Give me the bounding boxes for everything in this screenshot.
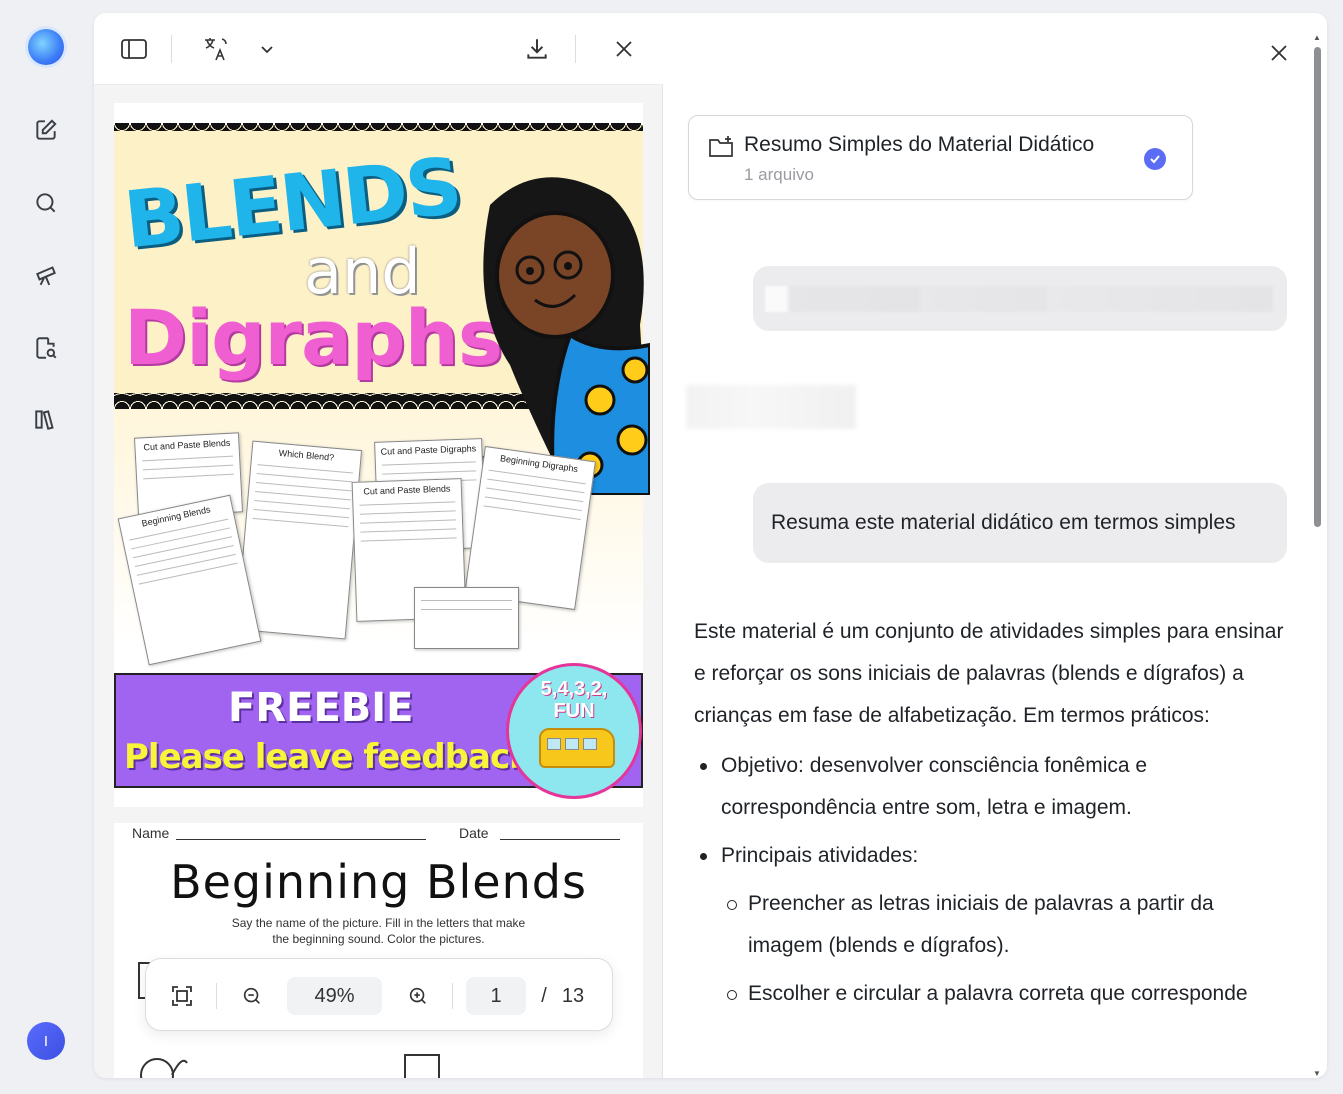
redacted-message (753, 266, 1287, 331)
pdf-page-1: BLENDS and Digraphs Cut and Paste Blends… (114, 103, 650, 807)
close-viewer-icon[interactable] (606, 31, 642, 67)
worksheet-title: Beginning Blends (170, 855, 587, 909)
pdf-page-2: Name Date Beginning Blends Say the name … (114, 823, 643, 1078)
zoom-toolbar: 49% 1 / 13 (145, 958, 613, 1031)
chat-pane: Resumo Simples do Material Didático 1 ar… (664, 13, 1327, 1078)
answer-bullet: Principais atividades: Preencher as letr… (694, 835, 1294, 1015)
new-chat-icon[interactable] (28, 112, 64, 148)
telescope-icon[interactable] (28, 256, 64, 292)
close-chat-icon[interactable] (1262, 36, 1296, 70)
app-logo-icon[interactable] (28, 29, 64, 65)
name-label: Name (132, 825, 170, 841)
freebie-text: FREEBIE (228, 685, 414, 731)
worksheet-thumb: Beginning Blends (117, 494, 262, 666)
search-icon[interactable] (28, 185, 64, 221)
app-rail: I (0, 0, 94, 1094)
page-total: 13 (561, 984, 585, 1007)
snail-icon (140, 1058, 188, 1078)
document-viewer: BLENDS and Digraphs Cut and Paste Blends… (94, 13, 663, 1078)
cover-title-digraphs: Digraphs (124, 293, 503, 382)
answer-bullet: Objetivo: desenvolver consciência fonêmi… (694, 745, 1294, 829)
fit-page-icon[interactable] (164, 977, 200, 1015)
scrollbar[interactable]: ▲ ▼ (1313, 33, 1321, 1078)
check-icon (1144, 148, 1166, 170)
assistant-answer: Este material é um conjunto de atividade… (694, 611, 1294, 1015)
worksheet-thumb: Which Blend? (235, 440, 363, 640)
bus-icon (539, 728, 615, 768)
user-message: Resuma este material didático em termos … (753, 483, 1287, 563)
zoom-out-icon[interactable] (234, 977, 270, 1015)
scrollbar-thumb[interactable] (1314, 47, 1321, 527)
page-number-input[interactable]: 1 (466, 977, 526, 1015)
sidebar-toggle-icon[interactable] (116, 31, 152, 67)
date-label: Date (459, 825, 489, 841)
answer-sub-bullet: Preencher as letras iniciais de palavras… (721, 883, 1294, 967)
worksheet-thumb: Beginning Digraphs (464, 445, 596, 611)
main-panel: BLENDS and Digraphs Cut and Paste Blends… (94, 13, 1327, 1078)
box-icon (404, 1054, 440, 1078)
viewer-toolbar (94, 13, 663, 85)
folder-icon (707, 134, 735, 165)
badge-text: 5,4,3,2, FUN (540, 678, 608, 722)
file-card[interactable]: Resumo Simples do Material Didático 1 ar… (688, 115, 1193, 200)
answer-intro: Este material é um conjunto de atividade… (694, 620, 1284, 727)
document-search-icon[interactable] (28, 330, 64, 366)
worksheet-thumb (414, 587, 519, 649)
zoom-in-icon[interactable] (400, 977, 436, 1015)
file-card-subtitle: 1 arquivo (744, 165, 814, 184)
worksheet-instructions: Say the name of the picture. Fill in the… (231, 916, 526, 946)
avatar-letter: I (43, 1032, 49, 1050)
translate-icon[interactable] (198, 31, 234, 67)
feedback-text: Please leave feedback (124, 737, 532, 777)
zoom-level[interactable]: 49% (287, 977, 382, 1015)
download-icon[interactable] (519, 31, 555, 67)
library-icon[interactable] (28, 401, 64, 437)
page-separator: / (541, 984, 547, 1007)
file-card-title: Resumo Simples do Material Didático (744, 133, 1095, 156)
fun-badge: 5,4,3,2, FUN (506, 663, 642, 799)
redacted-text (686, 385, 856, 429)
user-avatar[interactable]: I (27, 1022, 65, 1060)
chevron-down-icon[interactable] (249, 31, 285, 67)
answer-sub-bullet: Escolher e circular a palavra correta qu… (721, 973, 1294, 1015)
freebie-banner: FREEBIE Please leave feedback 5,4,3,2, F… (114, 663, 643, 799)
